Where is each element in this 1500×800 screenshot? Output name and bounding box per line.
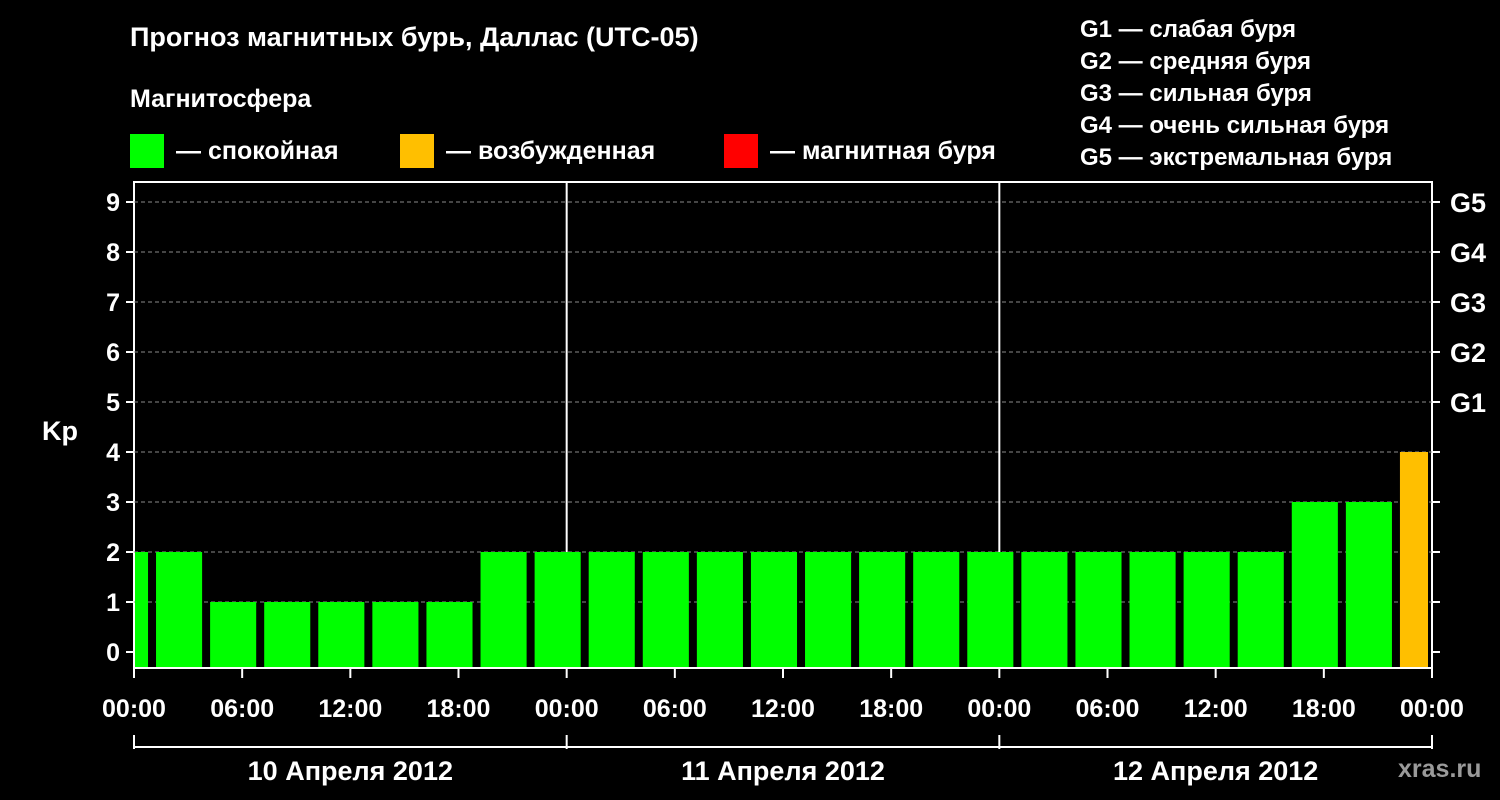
y-tick-label: 6 <box>106 339 120 367</box>
kp-bar <box>480 552 527 667</box>
kp-bar <box>913 552 960 667</box>
day-label: 12 Апреля 2012 <box>1113 756 1318 786</box>
g-scale-label: G2 <box>1450 338 1486 368</box>
kp-bar <box>696 552 743 667</box>
x-tick-label: 18:00 <box>427 695 491 723</box>
kp-bar <box>1345 502 1392 667</box>
x-tick-label: 06:00 <box>643 695 707 723</box>
x-tick-label: 12:00 <box>318 695 382 723</box>
kp-bar <box>1237 552 1284 667</box>
x-tick-label: 06:00 <box>210 695 274 723</box>
x-tick-label: 00:00 <box>1400 695 1464 723</box>
kp-bar <box>372 602 419 667</box>
kp-bar <box>156 552 203 667</box>
kp-bar <box>750 552 798 667</box>
y-tick-label: 8 <box>106 239 120 267</box>
kp-chart: 0 1 2 3 4 5 6 7 8 9 G1 G2 G3 G4 G5 Kp 00:00 06:00 12:00 18:… <box>42 181 1486 786</box>
y-tick-label: 0 <box>106 639 120 667</box>
x-tick-label: 12:00 <box>1184 695 1248 723</box>
y-tick-label: 3 <box>106 489 120 517</box>
kp-bar <box>1075 552 1122 667</box>
x-tick-label: 18:00 <box>859 695 923 723</box>
kp-bar <box>642 552 689 667</box>
day-label: 11 Апреля 2012 <box>681 756 885 786</box>
y-tick-label: 9 <box>106 189 120 217</box>
x-tick-label: 18:00 <box>1292 695 1356 723</box>
kp-bar <box>967 552 1014 667</box>
kp-bar <box>1021 552 1068 667</box>
kp-bar <box>1183 552 1230 667</box>
kp-bar <box>588 552 635 667</box>
kp-bar <box>426 602 473 667</box>
x-tick-label: 12:00 <box>751 695 815 723</box>
watermark: xras.ru <box>1398 755 1482 783</box>
g-scale-label: G4 <box>1450 238 1486 268</box>
kp-bar <box>264 602 311 667</box>
x-tick-label: 00:00 <box>535 695 599 723</box>
kp-bar <box>318 602 365 667</box>
kp-bar <box>859 552 906 667</box>
x-tick-label: 00:00 <box>967 695 1031 723</box>
g-scale-label: G3 <box>1450 288 1486 318</box>
kp-bar <box>1291 502 1338 667</box>
kp-bar <box>534 552 581 667</box>
y-tick-label: 1 <box>106 589 120 617</box>
x-tick-label: 06:00 <box>1076 695 1140 723</box>
kp-bar <box>805 552 852 667</box>
y-tick-label: 7 <box>106 289 120 317</box>
kp-bar <box>1399 452 1428 667</box>
kp-bar <box>210 602 257 667</box>
kp-bar <box>135 552 149 667</box>
kp-bar <box>1129 552 1176 667</box>
y-tick-label: 2 <box>106 539 120 567</box>
g-scale-label: G5 <box>1450 188 1486 218</box>
g-scale-label: G1 <box>1450 388 1486 418</box>
day-label: 10 Апреля 2012 <box>248 756 453 786</box>
y-tick-label: 5 <box>106 389 120 417</box>
y-tick-label: 4 <box>106 439 120 467</box>
x-tick-label: 00:00 <box>102 695 166 723</box>
y-axis-label: Kp <box>42 416 78 446</box>
